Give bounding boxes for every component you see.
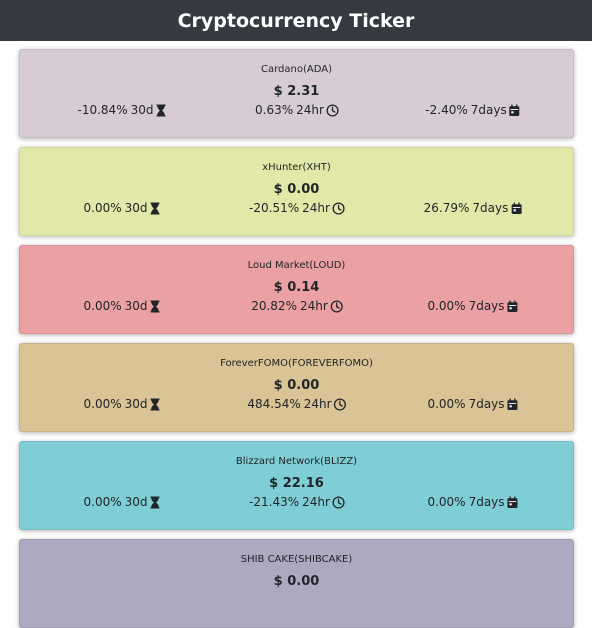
change-30d-value: 0.00% [83, 495, 122, 509]
change-24h-label: 24hr [299, 299, 328, 313]
change-30d: -10.84% 30d [78, 103, 167, 117]
calendar-icon [507, 496, 518, 508]
hourglass-icon [156, 104, 166, 116]
coin-name: SHIB CAKE(SHIBCAKE) [240, 554, 353, 565]
change-7d-label: 7days [468, 299, 505, 313]
change-30d: 0.00% 30d [83, 397, 160, 411]
coin-name: Cardano(ADA) [261, 64, 332, 75]
change-24h-label: 24hr [302, 201, 330, 215]
hourglass-icon [150, 300, 160, 312]
coin-price: $ 22.16 [269, 476, 324, 491]
coin-price: $ 0.00 [273, 378, 320, 393]
change-30d-label: 30d [124, 299, 148, 313]
change-24h: -21.43% 24hr [249, 495, 345, 509]
clock-icon [334, 397, 347, 411]
change-30d-value: 0.00% [83, 299, 122, 313]
change-24h-label: 24hr [296, 103, 324, 117]
change-7d: 0.00% 7days [427, 495, 518, 509]
coin-name: ForeverFOMO(FOREVERFOMO) [220, 358, 373, 369]
change-30d-label: 30d [124, 397, 148, 411]
change-7d-value: -2.40% [425, 103, 468, 117]
coin-price: $ 0.14 [273, 280, 320, 295]
clock-icon [332, 201, 345, 215]
coin-card[interactable]: ForeverFOMO(FOREVERFOMO) $ 0.00 0.00% 30… [19, 343, 574, 432]
change-30d-value: 0.00% [83, 201, 122, 215]
change-24h: 20.82% 24hr [251, 299, 343, 313]
change-30d-value: -10.84% [77, 103, 128, 117]
calendar-icon [507, 398, 518, 410]
clock-icon [332, 495, 345, 509]
change-24h-value: -21.43% [249, 495, 300, 509]
change-7d: 0.00% 7days [427, 397, 518, 411]
clock-icon [326, 103, 339, 117]
change-30d: 0.00% 30d [83, 201, 160, 215]
change-7d: 0.00% 7days [427, 299, 518, 313]
change-30d: 0.00% 30d [83, 495, 160, 509]
coin-card[interactable]: Cardano(ADA) $ 2.31 -10.84% 30d 0.63% 24… [19, 49, 574, 138]
change-7d-value: 0.00% [427, 495, 466, 509]
change-7d-label: 7days [472, 201, 509, 215]
change-30d-label: 30d [130, 103, 154, 117]
change-7d-value: 0.00% [427, 397, 466, 411]
change-24h-value: 0.63% [255, 103, 294, 117]
coin-card[interactable]: Loud Market(LOUD) $ 0.14 0.00% 30d 20.82… [19, 245, 574, 334]
change-7d: -2.40% 7days [425, 103, 520, 117]
coin-card[interactable]: SHIB CAKE(SHIBCAKE) $ 0.00 [19, 539, 574, 628]
change-7d: 26.79% 7days [424, 201, 523, 215]
change-24h-label: 24hr [303, 397, 332, 411]
change-24h-value: 20.82% [251, 299, 297, 313]
change-24h-value: -20.51% [249, 201, 300, 215]
change-24h: 484.54% 24hr [247, 397, 347, 411]
coin-price: $ 0.00 [273, 182, 320, 197]
coin-card[interactable]: Blizzard Network(BLIZZ) $ 22.16 0.00% 30… [19, 441, 574, 530]
change-30d-label: 30d [124, 495, 148, 509]
coin-price: $ 2.31 [273, 84, 320, 99]
change-7d-label: 7days [470, 103, 507, 117]
change-7d-value: 0.00% [427, 299, 466, 313]
calendar-icon [511, 202, 522, 214]
change-24h-value: 484.54% [247, 397, 301, 411]
page-title: Cryptocurrency Ticker [177, 9, 415, 32]
change-30d: 0.00% 30d [83, 299, 160, 313]
change-7d-value: 26.79% [423, 201, 470, 215]
hourglass-icon [150, 398, 160, 410]
change-24h: -20.51% 24hr [249, 201, 345, 215]
coin-name: xHunter(XHT) [262, 162, 331, 173]
change-30d-label: 30d [124, 201, 148, 215]
change-7d-label: 7days [468, 397, 505, 411]
change-24h-label: 24hr [302, 495, 330, 509]
change-7d-label: 7days [468, 495, 505, 509]
coin-price: $ 0.00 [273, 574, 320, 589]
hourglass-icon [150, 496, 160, 508]
change-30d-value: 0.00% [83, 397, 122, 411]
clock-icon [330, 299, 343, 313]
calendar-icon [507, 300, 518, 312]
coin-card[interactable]: xHunter(XHT) $ 0.00 0.00% 30d -20.51% 24… [19, 147, 574, 236]
change-24h: 0.63% 24hr [255, 103, 339, 117]
coin-name: Blizzard Network(BLIZZ) [235, 456, 358, 467]
hourglass-icon [150, 202, 160, 214]
coin-name: Loud Market(LOUD) [247, 260, 346, 271]
calendar-icon [509, 104, 520, 116]
app-header: Cryptocurrency Ticker [0, 0, 592, 41]
